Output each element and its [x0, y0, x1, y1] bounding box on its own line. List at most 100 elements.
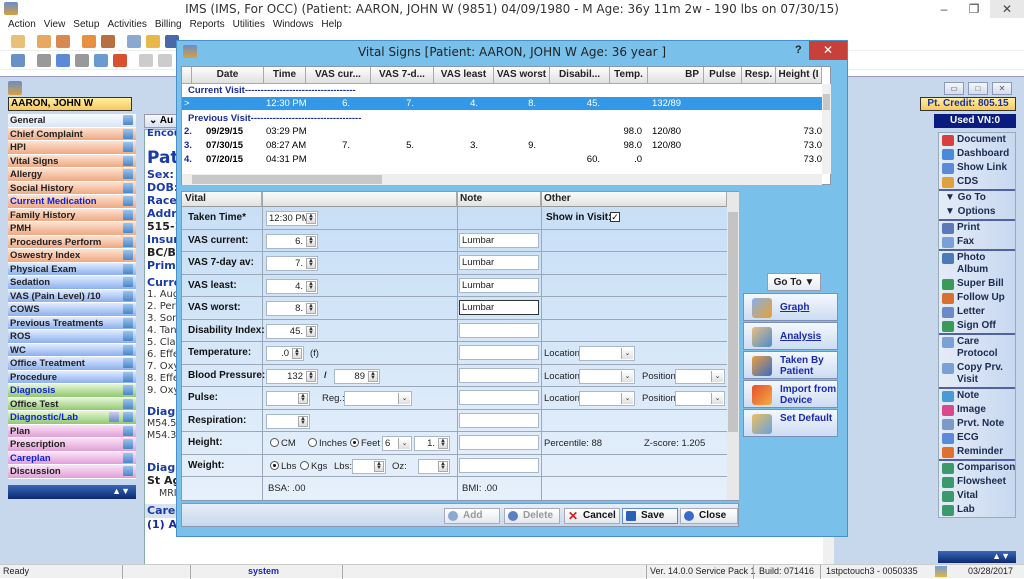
- expand-tab[interactable]: ⌄ Au: [149, 115, 173, 126]
- pulse-position-select[interactable]: ⌄: [675, 391, 725, 406]
- column-header[interactable]: BP: [648, 67, 704, 84]
- diastolic-input[interactable]: 89 ▲ ▼: [334, 368, 380, 384]
- nav-item-procedure[interactable]: Procedure: [8, 370, 136, 384]
- edit-record-icon[interactable]: [56, 54, 71, 67]
- menu-utilities[interactable]: Utilities: [233, 19, 265, 30]
- chevron-down-icon[interactable]: ⌄: [621, 393, 633, 404]
- vas-least-note[interactable]: Lumbar: [459, 277, 539, 293]
- column-header[interactable]: [182, 67, 192, 84]
- action-image[interactable]: Image: [939, 403, 1015, 417]
- nav-item-current-medication[interactable]: Current Medication: [8, 195, 136, 209]
- open-note-icon[interactable]: [123, 169, 133, 179]
- close-button[interactable]: ✕: [990, 0, 1024, 18]
- open-note-icon[interactable]: [123, 263, 133, 274]
- nav-item-allergy[interactable]: Allergy: [8, 168, 136, 182]
- column-header[interactable]: Resp.: [742, 67, 776, 84]
- taken-time-input[interactable]: 12:30 PM ▲ ▼: [266, 211, 318, 226]
- action-ecg[interactable]: ECG: [939, 431, 1015, 445]
- nav-item-careplan[interactable]: Careplan: [8, 451, 136, 465]
- action-options[interactable]: ▼ Options: [939, 205, 1015, 219]
- pulse-reg-select[interactable]: ⌄: [344, 391, 412, 406]
- chevron-down-icon[interactable]: ⌄: [398, 393, 410, 404]
- open-note-icon[interactable]: [123, 250, 133, 260]
- nav-item-social-history[interactable]: Social History: [8, 181, 136, 195]
- vas-7day-spinner[interactable]: ▲ ▼: [306, 258, 316, 269]
- chart-close-button[interactable]: ✕: [992, 82, 1012, 95]
- save-button[interactable]: Save: [622, 508, 678, 524]
- action-fax[interactable]: Fax: [939, 235, 1015, 249]
- open-icon[interactable]: [11, 54, 25, 67]
- nav-item-cows[interactable]: COWS: [8, 303, 136, 317]
- nav-item-previous-treatments[interactable]: Previous Treatments: [8, 316, 136, 330]
- close-dialog-button[interactable]: Close: [680, 508, 738, 524]
- menu-action[interactable]: Action: [8, 19, 36, 30]
- user-edit-icon[interactable]: [56, 35, 71, 48]
- nav-item-discussion[interactable]: Discussion: [8, 465, 136, 479]
- vas-worst-input[interactable]: 8. ▲ ▼: [266, 301, 318, 316]
- nav-item-prescription[interactable]: Prescription: [8, 438, 136, 452]
- set-default-button[interactable]: Set Default: [743, 409, 838, 437]
- patient-icon[interactable]: [11, 35, 25, 48]
- dialog-close-button[interactable]: ✕: [809, 41, 847, 60]
- heart-icon[interactable]: [113, 54, 128, 67]
- restore-button[interactable]: ❐: [960, 0, 988, 18]
- open-note-icon[interactable]: [123, 196, 133, 206]
- nav-item-chief-complaint[interactable]: Chief Complaint: [8, 127, 136, 141]
- height-inches-radio[interactable]: Inches: [308, 438, 347, 449]
- nav-item-wc[interactable]: WC: [8, 343, 136, 357]
- action-show-link[interactable]: Show Link: [939, 161, 1015, 175]
- open-note-icon[interactable]: [123, 439, 133, 449]
- respiration-note[interactable]: [459, 412, 539, 428]
- temperature-note[interactable]: [459, 345, 539, 360]
- nav-item-diagnostic-lab[interactable]: Diagnostic/Lab: [8, 411, 136, 425]
- open-note-icon[interactable]: [123, 317, 133, 328]
- temperature-spinner[interactable]: ▲ ▼: [292, 348, 302, 359]
- open-note-icon[interactable]: [123, 209, 133, 220]
- menu-windows[interactable]: Windows: [273, 19, 314, 30]
- action-letter[interactable]: Letter: [939, 305, 1015, 319]
- pulse-input[interactable]: ▲ ▼: [266, 391, 310, 406]
- first-record-icon[interactable]: [139, 54, 154, 67]
- open-note-icon[interactable]: [123, 398, 133, 409]
- pulse-note[interactable]: [459, 390, 539, 405]
- action-document[interactable]: Document: [939, 133, 1015, 147]
- blood-pressure-note[interactable]: [459, 367, 539, 383]
- disability-spinner[interactable]: ▲ ▼: [306, 325, 316, 337]
- vas-least-spinner[interactable]: ▲ ▼: [306, 280, 316, 292]
- column-header[interactable]: VAS 7-d...: [371, 67, 434, 84]
- delete-record-icon[interactable]: [75, 54, 90, 67]
- folder-icon[interactable]: [82, 35, 97, 48]
- column-header[interactable]: VAS least: [434, 67, 494, 84]
- column-header[interactable]: Temp.: [610, 67, 648, 84]
- open-note-icon[interactable]: [123, 331, 133, 341]
- action-vital[interactable]: Vital: [939, 489, 1015, 503]
- respiration-spinner[interactable]: ▲ ▼: [298, 415, 308, 427]
- nav-item-office-test[interactable]: Office Test: [8, 397, 136, 411]
- nav-item-oswestry-index[interactable]: Oswestry Index: [8, 249, 136, 263]
- open-note-icon[interactable]: [123, 182, 133, 193]
- grid-row-current[interactable]: >12:30 PM 6. 7. 4. 8. 45. 132/89: [182, 97, 822, 110]
- systolic-spinner[interactable]: ▲ ▼: [306, 370, 316, 382]
- open-note-icon[interactable]: [123, 155, 133, 166]
- chevron-down-icon[interactable]: ⌄: [621, 348, 633, 359]
- action-super-bill[interactable]: Super Bill: [939, 277, 1015, 291]
- actions-scroll-arrows[interactable]: ▲▼: [938, 551, 1016, 563]
- menu-billing[interactable]: Billing: [155, 19, 182, 30]
- open-note-icon[interactable]: [123, 425, 133, 436]
- open-note-icon[interactable]: [123, 385, 133, 395]
- vas-least-input[interactable]: 4. ▲ ▼: [266, 278, 318, 294]
- pulse-spinner[interactable]: ▲ ▼: [298, 393, 308, 404]
- action-flowsheet[interactable]: Flowsheet: [939, 475, 1015, 489]
- action-go-to[interactable]: ▼ Go To: [939, 189, 1015, 205]
- action-copy-prv-visit[interactable]: Copy Prv. Visit: [939, 361, 1015, 387]
- action-prvt-note[interactable]: Prvt. Note: [939, 417, 1015, 431]
- height-feet-radio[interactable]: Feet: [350, 438, 380, 449]
- graph-button[interactable]: Graph: [743, 293, 838, 321]
- weight-oz-spinner[interactable]: ▲ ▼: [438, 460, 448, 472]
- action-follow-up[interactable]: Follow Up: [939, 291, 1015, 305]
- chart-minimize-button[interactable]: ▭: [944, 82, 964, 95]
- open-note-icon[interactable]: [123, 223, 133, 233]
- action-sign-off[interactable]: Sign Off: [939, 319, 1015, 333]
- height-inches-input[interactable]: 1. ▲ ▼: [414, 436, 450, 451]
- nav-item-diagnosis[interactable]: Diagnosis: [8, 384, 136, 398]
